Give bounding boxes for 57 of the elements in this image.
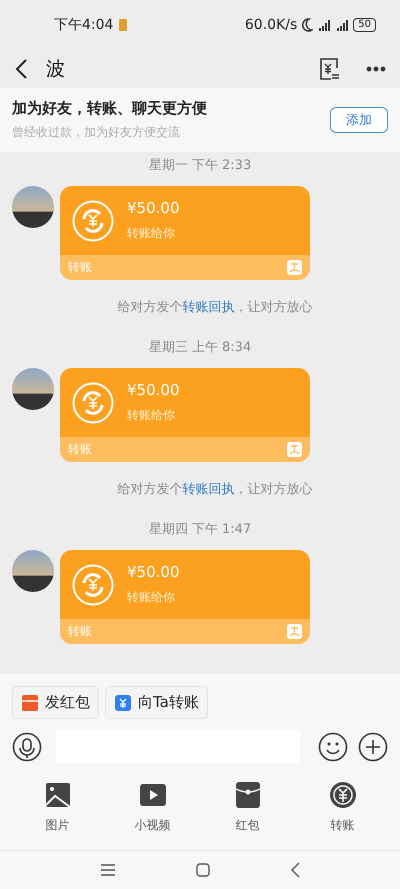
- clock-time: 下午4:04: [54, 16, 114, 34]
- receipt-link[interactable]: 转账回执: [182, 300, 234, 315]
- microphone-icon[interactable]: [12, 732, 42, 762]
- gift-packet-button[interactable]: 发红包: [12, 686, 99, 719]
- transfer-amount: ¥50.00: [127, 199, 180, 217]
- message-timestamp: 星期三 上午 8:34: [148, 339, 252, 356]
- chat-title: 波: [46, 57, 66, 82]
- yuan-exchange-icon: [72, 564, 114, 606]
- network-speed: 60.0K/s: [244, 17, 298, 33]
- tool-button[interactable]: 红包: [234, 781, 262, 834]
- transfer-amount: ¥50.00: [127, 381, 180, 399]
- battery-level: 50: [353, 18, 376, 32]
- video-icon: [138, 781, 166, 809]
- banner-subtitle: 曾经收过款，加为好友方便交流: [12, 124, 181, 141]
- app-logo-icon: [287, 442, 302, 457]
- banner-title: 加为好友，转账、聊天更方便: [12, 99, 208, 118]
- home-icon[interactable]: [196, 863, 210, 877]
- transfer-amount: ¥50.00: [127, 563, 180, 581]
- receipt-link[interactable]: 转账回执: [182, 482, 234, 497]
- envelope-icon: [21, 694, 39, 712]
- yuan-exchange-icon: [72, 200, 114, 242]
- transfer-label: 转账: [68, 441, 92, 458]
- back-icon[interactable]: [290, 862, 300, 878]
- message-timestamp: 星期四 下午 1:47: [148, 521, 252, 538]
- notification-icon: [119, 19, 128, 31]
- plus-icon[interactable]: [358, 732, 388, 762]
- emoji-icon[interactable]: [318, 732, 348, 762]
- signal-icon: [335, 18, 350, 32]
- signal-icon: [317, 18, 332, 32]
- yuan-card-icon: [114, 694, 132, 712]
- transfer-note: 转账给你: [127, 589, 176, 606]
- tool-button[interactable]: 图片: [44, 781, 72, 834]
- envelope-icon: [234, 781, 262, 809]
- transfer-receipt-icon[interactable]: [318, 57, 340, 81]
- yuan-coin-icon: [328, 781, 356, 809]
- tool-button[interactable]: 转账: [328, 781, 356, 834]
- transfer-note: 转账给你: [127, 407, 176, 424]
- transfer-label: 转账: [68, 259, 92, 276]
- image-icon: [44, 781, 72, 809]
- back-icon[interactable]: [14, 58, 28, 80]
- receipt-hint: 给对方发个转账回执，让对方放心: [118, 299, 312, 316]
- menu-icon[interactable]: [100, 863, 116, 877]
- moon-icon: [301, 18, 314, 32]
- add-friend-button[interactable]: 添加: [330, 107, 388, 133]
- more-icon[interactable]: [366, 66, 386, 72]
- receipt-hint: 给对方发个转账回执，让对方放心: [118, 481, 312, 498]
- message-timestamp: 星期一 下午 2:33: [148, 157, 252, 174]
- transfer-label: 转账: [68, 623, 92, 640]
- yuan-exchange-icon: [72, 382, 114, 424]
- app-logo-icon: [287, 624, 302, 639]
- transfer-note: 转账给你: [127, 225, 176, 242]
- app-logo-icon: [287, 260, 302, 275]
- avatar-photo[interactable]: [12, 368, 54, 410]
- tool-button[interactable]: 小视频: [134, 781, 170, 834]
- avatar-photo[interactable]: [12, 186, 54, 228]
- transfer-button[interactable]: 向Ta转账: [105, 686, 208, 719]
- avatar-photo[interactable]: [12, 550, 54, 592]
